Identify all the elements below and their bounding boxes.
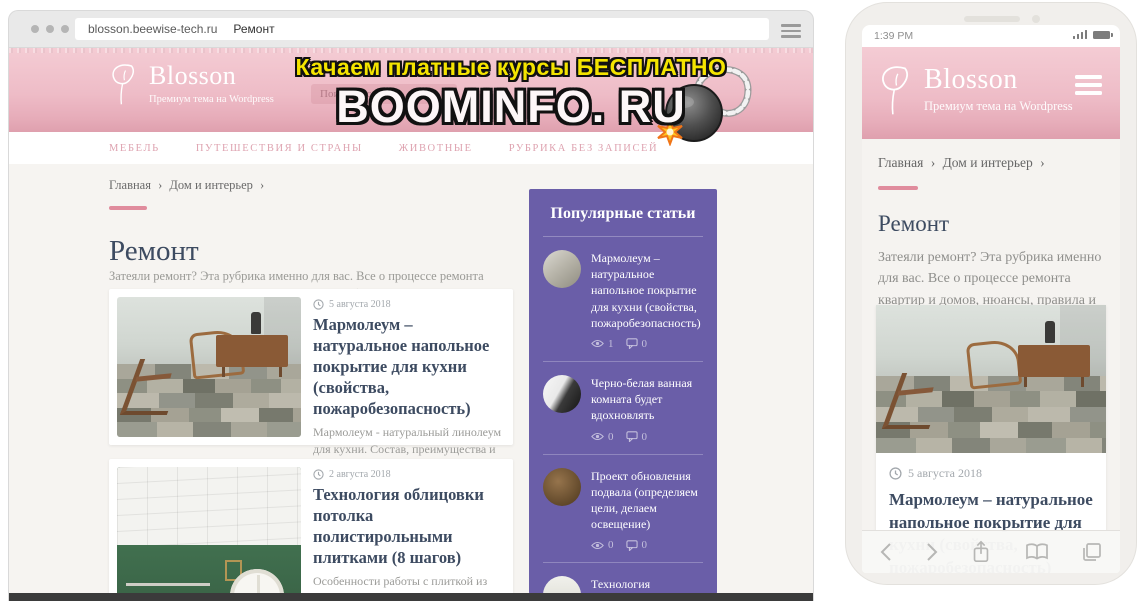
window-control-dot[interactable] [31,25,39,33]
browser-menu-icon[interactable] [781,24,801,38]
popular-article-item[interactable]: Мармолеум – натуральное напольное покрыт… [543,237,703,362]
popular-article-item[interactable]: Технология облицовки потолка полистироль… [543,563,703,594]
article-date: 2 августа 2018 [313,469,505,480]
phone-status-bar: 1:39 PM [862,25,1120,47]
signal-icon [1073,30,1088,39]
page-title-text: Ремонт [233,22,274,36]
phone-mockup: 1:39 PM [845,2,1137,585]
comment-icon [626,540,638,551]
breadcrumb-separator: › [260,178,264,192]
article-image[interactable] [117,297,301,437]
site-logo-text: Blosson [924,63,1073,97]
popular-article-item[interactable]: Черно-белая ванная комната будет вдохнов… [543,362,703,455]
phone-screen: 1:39 PM [862,25,1120,573]
hamburger-menu-icon[interactable] [1075,75,1102,95]
popular-article-thumbnail [543,468,581,506]
phone-site-header: Blosson Премиум тема на Wordpress [862,47,1120,139]
article-title[interactable]: Технология облицовки потолка полистироль… [313,485,505,569]
breadcrumb: Главная › Дом и интерьер › [878,155,1049,171]
comment-icon [626,338,638,349]
clock-icon [889,467,902,480]
calla-flower-icon [878,63,914,117]
site-search-input[interactable]: Поиск по сайту [311,84,457,104]
page-title: Ремонт [878,211,949,237]
phone-camera [1032,15,1040,23]
bookmarks-icon[interactable] [1025,543,1049,561]
site-tagline: Премиум тема на Wordpress [149,94,274,105]
nav-item-travel[interactable]: ПУТЕШЕСТВИЯ И СТРАНЫ [196,143,363,154]
battery-icon [1093,31,1110,39]
popular-articles-widget: Популярные статьи Мармолеум – натурально… [529,189,717,594]
breadcrumb-separator: › [931,155,936,170]
popular-article-item[interactable]: Проект обновления подвала (определяем це… [543,455,703,564]
page-title: Ремонт [109,235,199,268]
article-title[interactable]: Мармолеум – натуральное напольное покрыт… [313,315,505,420]
popular-article-thumbnail [543,576,581,594]
clock-icon [313,299,324,310]
article-date: 5 августа 2018 [313,299,505,310]
breadcrumb: Главная › Дом и интерьер › [109,178,268,193]
browser-chrome: blosson.beewise-tech.ru Ремонт [9,11,813,47]
site-logo[interactable]: Blosson Премиум тема на Wordpress [109,61,274,107]
popular-article-title[interactable]: Черно-белая ванная комната будет вдохнов… [591,375,703,424]
popular-article-title[interactable]: Проект обновления подвала (определяем це… [591,468,703,533]
phone-page-content: Главная › Дом и интерьер › Ремонт Затеял… [862,139,1120,573]
site-tagline: Премиум тема на Wordpress [924,99,1073,114]
back-icon[interactable] [880,542,892,562]
article-date: 5 августа 2018 [889,466,1093,481]
breadcrumb-category[interactable]: Дом и интерьер [943,155,1033,170]
site-logo[interactable]: Blosson Премиум тема на Wordpress [878,63,1073,117]
accent-bar [109,206,147,210]
url-text: blosson.beewise-tech.ru [88,22,217,36]
eye-icon [591,432,604,441]
eye-icon [591,541,604,550]
site-logo-text: Blosson [149,61,274,91]
article-card[interactable]: 5 августа 2018 Мармолеум – натуральное н… [109,289,513,445]
window-controls[interactable] [31,25,69,33]
window-control-dot[interactable] [61,25,69,33]
popular-article-title[interactable]: Технология облицовки потолка полистироль… [591,576,703,594]
stage: blosson.beewise-tech.ru Ремонт Blo [0,0,1140,600]
widget-title: Популярные статьи [543,189,703,223]
nav-item-furniture[interactable]: МЕБЕЛЬ [109,143,160,154]
forward-icon[interactable] [926,542,938,562]
tabs-icon[interactable] [1082,542,1102,562]
nav-item-animals[interactable]: ЖИВОТНЫЕ [399,143,473,154]
breadcrumb-separator: › [1040,155,1045,170]
breadcrumb-category[interactable]: Дом и интерьер [169,178,253,192]
article-card[interactable]: 2 августа 2018 Технология облицовки пото… [109,459,513,601]
share-icon[interactable] [971,540,991,564]
accent-bar [878,186,918,190]
clock-icon [313,469,324,480]
window-control-dot[interactable] [46,25,54,33]
breadcrumb-home[interactable]: Главная [109,178,151,192]
breadcrumb-separator: › [158,178,162,192]
status-time: 1:39 PM [874,30,913,42]
popular-article-meta: 1 0 [591,338,703,350]
popular-article-thumbnail [543,375,581,413]
phone-browser-toolbar [862,530,1120,573]
calla-flower-icon [109,61,139,107]
breadcrumb-home[interactable]: Главная [878,155,923,170]
popular-article-thumbnail [543,250,581,288]
bomb-icon [632,60,756,146]
eye-icon [591,339,604,348]
article-image[interactable] [876,305,1106,453]
comment-icon [626,431,638,442]
phone-speaker [964,16,1020,22]
article-image[interactable] [117,467,301,601]
popular-article-meta: 0 0 [591,539,703,551]
address-bar[interactable]: blosson.beewise-tech.ru Ремонт [75,18,769,40]
popular-article-meta: 0 0 [591,431,703,443]
popular-article-title[interactable]: Мармолеум – натуральное напольное покрыт… [591,250,703,331]
